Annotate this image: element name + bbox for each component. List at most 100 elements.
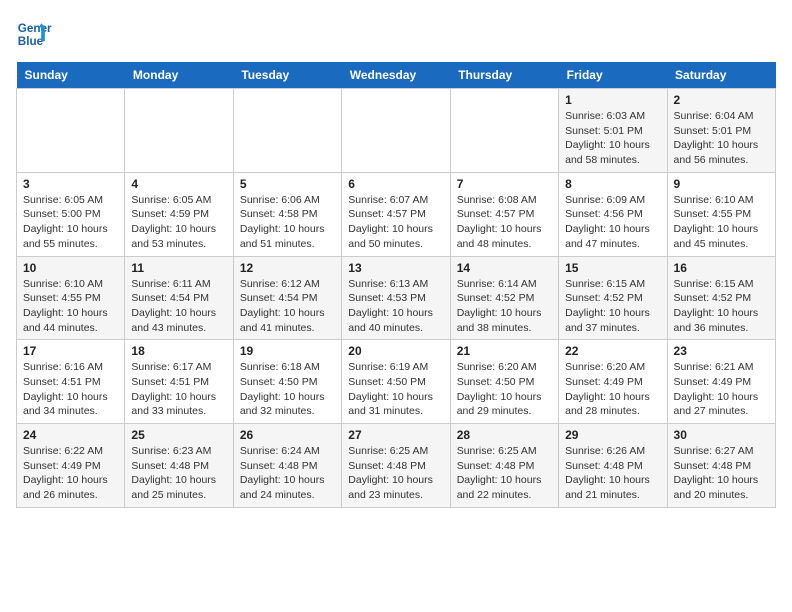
day-info: Sunrise: 6:09 AM Sunset: 4:56 PM Dayligh… xyxy=(565,193,660,252)
day-info: Sunrise: 6:11 AM Sunset: 4:54 PM Dayligh… xyxy=(131,277,226,336)
day-cell-22: 22 Sunrise: 6:20 AM Sunset: 4:49 PM Dayli… xyxy=(559,340,667,424)
day-number: 23 xyxy=(674,344,769,358)
week-row-5: 24Sunrise: 6:22 AM Sunset: 4:49 PM Dayli… xyxy=(17,424,776,508)
day-number: 28 xyxy=(457,428,552,442)
page-header: General Blue xyxy=(16,16,776,52)
day-info: Sunrise: 6:12 AM Sunset: 4:54 PM Dayligh… xyxy=(240,277,335,336)
day-info: Sunrise: 6:25 AM Sunset: 4:48 PM Dayligh… xyxy=(457,444,552,503)
day-number: 26 xyxy=(240,428,335,442)
day-number: 29 xyxy=(565,428,660,442)
day-info: Sunrise: 6:26 AM Sunset: 4:48 PM Dayligh… xyxy=(565,444,660,503)
logo: General Blue xyxy=(16,16,52,52)
weekday-header-friday: Friday xyxy=(559,62,667,89)
day-number: 3 xyxy=(23,177,118,191)
calendar-table: SundayMondayTuesdayWednesdayThursdayFrid… xyxy=(16,62,776,508)
day-info: Sunrise: 6:23 AM Sunset: 4:48 PM Dayligh… xyxy=(131,444,226,503)
svg-text:Blue: Blue xyxy=(18,35,44,48)
day-info: Sunrise: 6:16 AM Sunset: 4:51 PM Dayligh… xyxy=(23,360,118,419)
day-number: 25 xyxy=(131,428,226,442)
day-number: 19 xyxy=(240,344,335,358)
day-cell-29: 29 Sunrise: 6:26 AM Sunset: 4:48 PM Dayli… xyxy=(559,424,667,508)
weekday-header-monday: Monday xyxy=(125,62,233,89)
day-cell-17: 17 Sunrise: 6:16 AM Sunset: 4:51 PM Dayli… xyxy=(17,340,125,424)
day-cell-14: 14 Sunrise: 6:14 AM Sunset: 4:52 PM Dayli… xyxy=(450,256,558,340)
day-cell-24: 24Sunrise: 6:22 AM Sunset: 4:49 PM Dayli… xyxy=(17,424,125,508)
day-info: Sunrise: 6:05 AM Sunset: 5:00 PM Dayligh… xyxy=(23,193,118,252)
day-cell-15: 15Sunrise: 6:15 AM Sunset: 4:52 PM Dayli… xyxy=(559,256,667,340)
week-row-2: 3 Sunrise: 6:05 AM Sunset: 5:00 PM Daylig… xyxy=(17,172,776,256)
day-info: Sunrise: 6:05 AM Sunset: 4:59 PM Dayligh… xyxy=(131,193,226,252)
day-number: 30 xyxy=(674,428,769,442)
logo-icon: General Blue xyxy=(16,16,52,52)
day-number: 20 xyxy=(348,344,443,358)
weekday-header-wednesday: Wednesday xyxy=(342,62,450,89)
day-cell-2: 2 Sunrise: 6:04 AM Sunset: 5:01 PM Daylig… xyxy=(667,89,775,173)
day-info: Sunrise: 6:19 AM Sunset: 4:50 PM Dayligh… xyxy=(348,360,443,419)
day-number: 15 xyxy=(565,261,660,275)
day-number: 4 xyxy=(131,177,226,191)
day-number: 6 xyxy=(348,177,443,191)
day-info: Sunrise: 6:24 AM Sunset: 4:48 PM Dayligh… xyxy=(240,444,335,503)
day-number: 14 xyxy=(457,261,552,275)
day-info: Sunrise: 6:14 AM Sunset: 4:52 PM Dayligh… xyxy=(457,277,552,336)
empty-cell xyxy=(450,89,558,173)
day-number: 8 xyxy=(565,177,660,191)
day-info: Sunrise: 6:15 AM Sunset: 4:52 PM Dayligh… xyxy=(674,277,769,336)
day-number: 17 xyxy=(23,344,118,358)
day-info: Sunrise: 6:25 AM Sunset: 4:48 PM Dayligh… xyxy=(348,444,443,503)
day-info: Sunrise: 6:18 AM Sunset: 4:50 PM Dayligh… xyxy=(240,360,335,419)
day-info: Sunrise: 6:03 AM Sunset: 5:01 PM Dayligh… xyxy=(565,109,660,168)
weekday-header-sunday: Sunday xyxy=(17,62,125,89)
day-info: Sunrise: 6:04 AM Sunset: 5:01 PM Dayligh… xyxy=(674,109,769,168)
empty-cell xyxy=(125,89,233,173)
day-cell-11: 11 Sunrise: 6:11 AM Sunset: 4:54 PM Dayli… xyxy=(125,256,233,340)
empty-cell xyxy=(342,89,450,173)
day-info: Sunrise: 6:07 AM Sunset: 4:57 PM Dayligh… xyxy=(348,193,443,252)
empty-cell xyxy=(233,89,341,173)
day-number: 10 xyxy=(23,261,118,275)
day-number: 27 xyxy=(348,428,443,442)
day-cell-26: 26 Sunrise: 6:24 AM Sunset: 4:48 PM Dayli… xyxy=(233,424,341,508)
day-cell-4: 4 Sunrise: 6:05 AM Sunset: 4:59 PM Daylig… xyxy=(125,172,233,256)
day-info: Sunrise: 6:20 AM Sunset: 4:50 PM Dayligh… xyxy=(457,360,552,419)
day-number: 7 xyxy=(457,177,552,191)
day-info: Sunrise: 6:20 AM Sunset: 4:49 PM Dayligh… xyxy=(565,360,660,419)
day-info: Sunrise: 6:08 AM Sunset: 4:57 PM Dayligh… xyxy=(457,193,552,252)
weekday-header-saturday: Saturday xyxy=(667,62,775,89)
day-cell-23: 23Sunrise: 6:21 AM Sunset: 4:49 PM Dayli… xyxy=(667,340,775,424)
day-number: 18 xyxy=(131,344,226,358)
week-row-1: 1 Sunrise: 6:03 AM Sunset: 5:01 PM Daylig… xyxy=(17,89,776,173)
day-cell-27: 27 Sunrise: 6:25 AM Sunset: 4:48 PM Dayli… xyxy=(342,424,450,508)
day-cell-28: 28 Sunrise: 6:25 AM Sunset: 4:48 PM Dayli… xyxy=(450,424,558,508)
day-number: 5 xyxy=(240,177,335,191)
day-cell-19: 19 Sunrise: 6:18 AM Sunset: 4:50 PM Dayli… xyxy=(233,340,341,424)
day-cell-5: 5Sunrise: 6:06 AM Sunset: 4:58 PM Daylig… xyxy=(233,172,341,256)
day-number: 12 xyxy=(240,261,335,275)
day-number: 16 xyxy=(674,261,769,275)
day-cell-6: 6 Sunrise: 6:07 AM Sunset: 4:57 PM Daylig… xyxy=(342,172,450,256)
weekday-header-row: SundayMondayTuesdayWednesdayThursdayFrid… xyxy=(17,62,776,89)
weekday-header-thursday: Thursday xyxy=(450,62,558,89)
day-number: 1 xyxy=(565,93,660,107)
day-number: 11 xyxy=(131,261,226,275)
day-cell-10: 10Sunrise: 6:10 AM Sunset: 4:55 PM Dayli… xyxy=(17,256,125,340)
svg-text:General: General xyxy=(18,22,52,35)
day-info: Sunrise: 6:10 AM Sunset: 4:55 PM Dayligh… xyxy=(674,193,769,252)
day-number: 2 xyxy=(674,93,769,107)
day-cell-30: 30Sunrise: 6:27 AM Sunset: 4:48 PM Dayli… xyxy=(667,424,775,508)
day-cell-7: 7 Sunrise: 6:08 AM Sunset: 4:57 PM Daylig… xyxy=(450,172,558,256)
day-info: Sunrise: 6:22 AM Sunset: 4:49 PM Dayligh… xyxy=(23,444,118,503)
day-number: 22 xyxy=(565,344,660,358)
day-cell-18: 18Sunrise: 6:17 AM Sunset: 4:51 PM Dayli… xyxy=(125,340,233,424)
day-cell-13: 13Sunrise: 6:13 AM Sunset: 4:53 PM Dayli… xyxy=(342,256,450,340)
day-cell-21: 21Sunrise: 6:20 AM Sunset: 4:50 PM Dayli… xyxy=(450,340,558,424)
day-cell-8: 8 Sunrise: 6:09 AM Sunset: 4:56 PM Daylig… xyxy=(559,172,667,256)
day-cell-3: 3 Sunrise: 6:05 AM Sunset: 5:00 PM Daylig… xyxy=(17,172,125,256)
weekday-header-tuesday: Tuesday xyxy=(233,62,341,89)
empty-cell xyxy=(17,89,125,173)
day-info: Sunrise: 6:13 AM Sunset: 4:53 PM Dayligh… xyxy=(348,277,443,336)
week-row-4: 17 Sunrise: 6:16 AM Sunset: 4:51 PM Dayli… xyxy=(17,340,776,424)
day-cell-1: 1 Sunrise: 6:03 AM Sunset: 5:01 PM Daylig… xyxy=(559,89,667,173)
day-cell-20: 20 Sunrise: 6:19 AM Sunset: 4:50 PM Dayli… xyxy=(342,340,450,424)
day-cell-12: 12 Sunrise: 6:12 AM Sunset: 4:54 PM Dayli… xyxy=(233,256,341,340)
